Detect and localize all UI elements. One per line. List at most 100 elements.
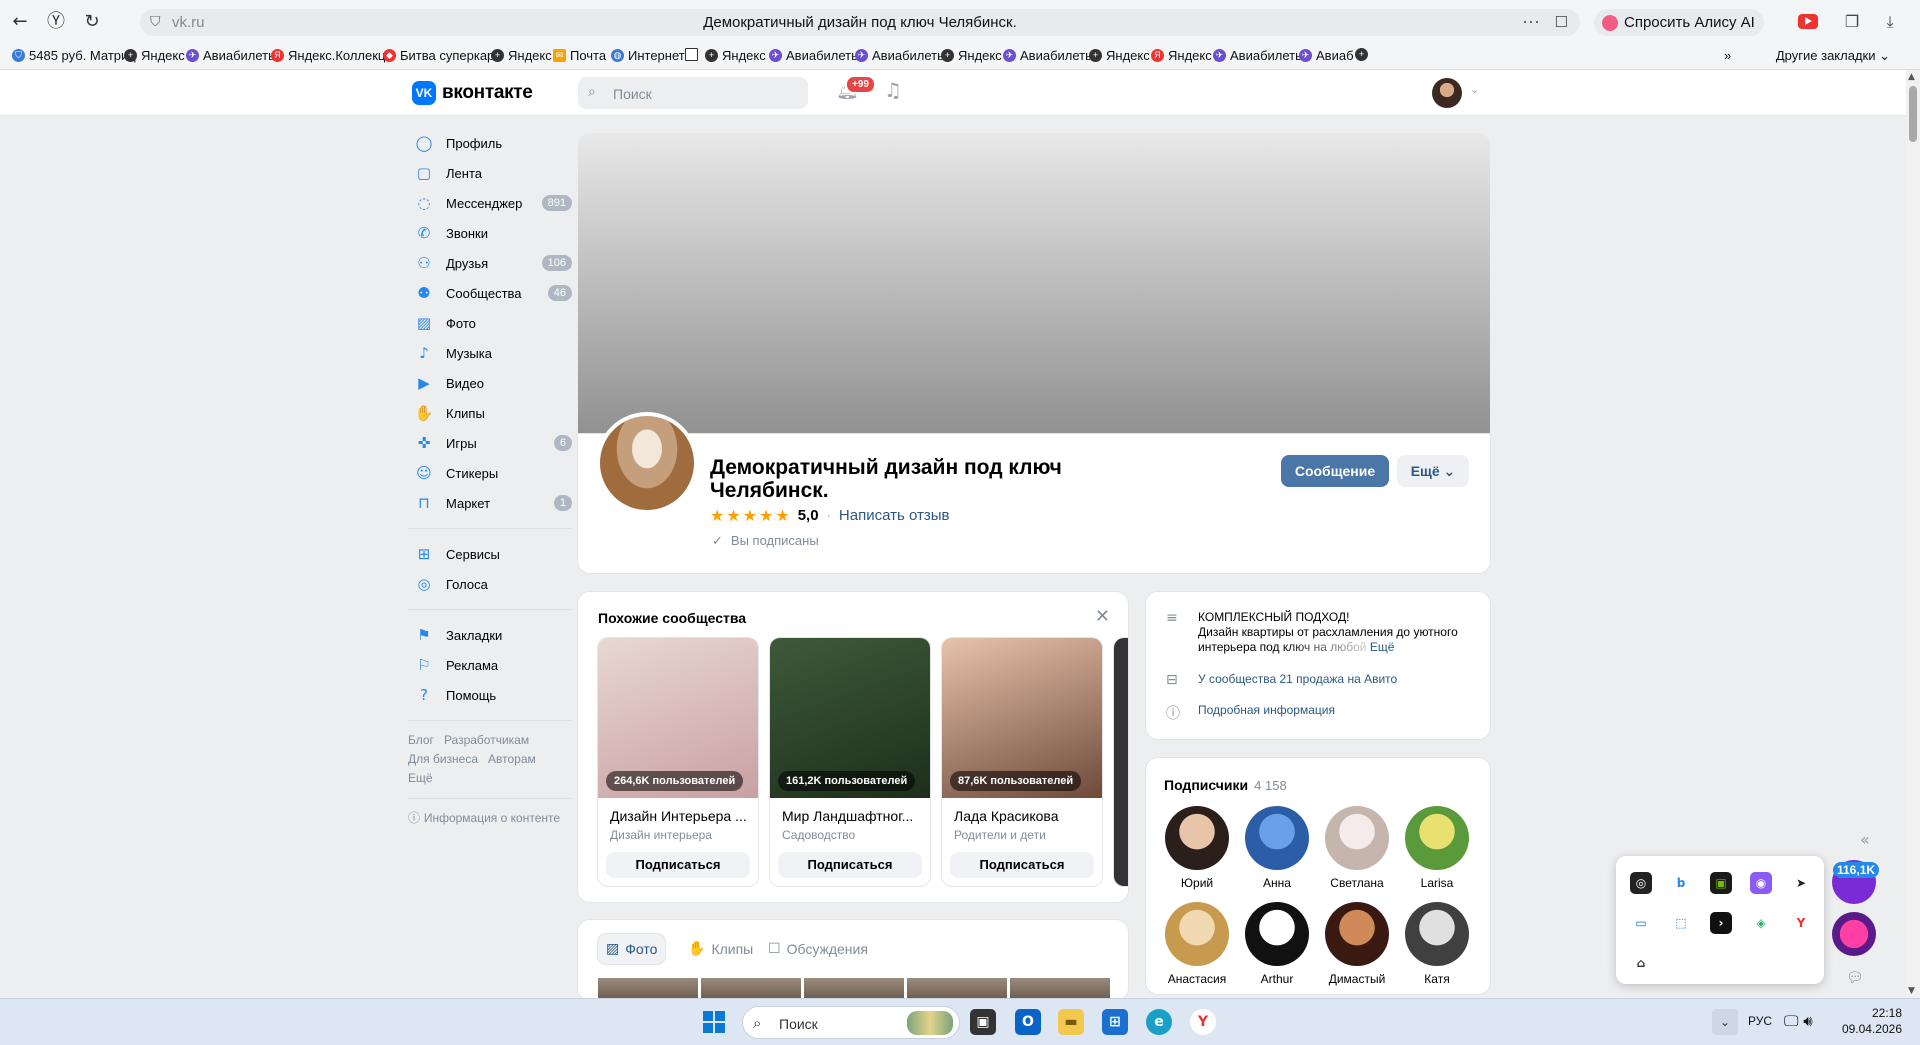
nvidia-icon[interactable]: ▣ [1710, 872, 1732, 894]
subscriber-name[interactable]: Arthur [1242, 972, 1312, 986]
similar-community-card[interactable]: 87,6K пользователей Лада Красикова Родител… [942, 638, 1102, 886]
chevron-down-icon[interactable]: ⌄ [1470, 83, 1479, 96]
network-volume-icons[interactable]: 🖵︎ 🔊︎ [1784, 1012, 1813, 1030]
sidebar-item-groups[interactable]: ⚉ Сообщества 46 [408, 278, 572, 308]
sidebar-item-bookmark[interactable]: ⚑ Закладки [408, 620, 572, 650]
content-info-link[interactable]: ⓘ Информация о контенте [408, 809, 572, 826]
vpn-icon[interactable]: ◈ [1750, 912, 1772, 934]
footer-link[interactable]: Блог [408, 733, 434, 747]
snip-icon[interactable]: ⬚ [1670, 912, 1692, 934]
taskbar-search[interactable]: ⌕ Поиск [742, 1006, 960, 1039]
details-link[interactable]: Подробная информация [1198, 703, 1335, 723]
sidebar-item-services[interactable]: ⊞ Сервисы [408, 539, 572, 569]
description-more-link[interactable]: Ещё [1370, 640, 1395, 654]
desktop-icon[interactable]: ▭ [1630, 912, 1652, 934]
bookmark-item[interactable]: ✈ Авиабилеты [855, 48, 946, 63]
sidebar-item-market[interactable]: ⊓ Маркет 1 [408, 488, 572, 518]
avatar[interactable] [1245, 902, 1309, 966]
sidebar-item-music[interactable]: ♪ Музыка [408, 338, 572, 368]
bookmark-item[interactable]: ✈ Авиабилеты [186, 48, 277, 63]
back-icon[interactable]: ← [8, 10, 32, 34]
subscriber-item[interactable]: Анна [1242, 806, 1312, 890]
bookmark-item[interactable]: + Яндекс [124, 48, 185, 63]
more-bookmarks-icon[interactable]: » [1724, 48, 1731, 63]
write-review-link[interactable]: Написать отзыв [839, 507, 950, 524]
similar-community-name[interactable]: Дизайн Интерьера ... [610, 808, 750, 824]
bookmark-item[interactable]: Я Яндекс [1151, 48, 1212, 63]
tab-clips[interactable]: ✋ Клипы [680, 934, 761, 964]
tray-chevron-icon[interactable]: ⌄ [1712, 1009, 1738, 1035]
more-button[interactable]: Ещё ⌄ [1397, 455, 1469, 487]
collapse-panel-icon[interactable]: « [1860, 830, 1870, 849]
subscriber-name[interactable]: Анна [1242, 876, 1312, 890]
scroll-up-icon[interactable]: ▲ [1908, 72, 1915, 82]
task-view-icon[interactable]: ▣ [970, 1009, 996, 1035]
community-avatar[interactable] [596, 412, 698, 514]
avatar[interactable] [1405, 902, 1469, 966]
windows-start-icon[interactable] [703, 1011, 725, 1033]
bookmark-item[interactable]: ⛉ 5485 руб. Матриц [12, 48, 136, 63]
footer-link[interactable]: Разработчикам [444, 733, 529, 747]
sidebar-item-phone[interactable]: ✆ Звонки [408, 218, 572, 248]
subscribe-button[interactable]: Подписаться [950, 852, 1094, 878]
similar-community-card-peek[interactable] [1114, 638, 1128, 886]
subscriber-name[interactable]: Светлана [1322, 876, 1392, 890]
other-bookmarks[interactable]: Другие закладки ⌄ [1776, 48, 1890, 64]
sidebar-item-votes[interactable]: ◎ Голоса [408, 569, 572, 599]
sidebar-item-help[interactable]: ? Помощь [408, 680, 572, 710]
clock[interactable]: 22:18 09.04.2026 [1838, 1005, 1902, 1037]
subscriber-item[interactable]: Larisa [1402, 806, 1472, 890]
store-icon[interactable]: ⊞ [1102, 1009, 1128, 1035]
photo-thumb[interactable] [701, 978, 801, 1000]
subscriber-item[interactable]: Юрий [1162, 806, 1232, 890]
edge-icon[interactable]: e [1146, 1009, 1172, 1035]
collections-icon[interactable]: ❐ [1842, 12, 1862, 32]
downloads-icon[interactable]: ⤓ [1880, 12, 1900, 32]
bookmark-item[interactable]: ✈ Авиабилеты [1003, 48, 1094, 63]
bookmark-item[interactable]: + [1355, 48, 1368, 61]
telegram-icon[interactable]: ➤ [1790, 872, 1812, 894]
avatar[interactable] [1325, 806, 1389, 870]
sidebar-item-clips[interactable]: ✋ Клипы [408, 398, 572, 428]
bing-icon[interactable]: b [1670, 872, 1692, 894]
terminal-icon[interactable]: › [1710, 912, 1732, 934]
bookmark-item[interactable]: ✈ Авиабилеты [769, 48, 860, 63]
sidebar-item-photo[interactable]: ▨ Фото [408, 308, 572, 338]
avatar[interactable] [1165, 902, 1229, 966]
subscriber-item[interactable]: Димастый [1322, 902, 1392, 986]
sidebar-item-feed[interactable]: ▢ Лента [408, 158, 572, 188]
avito-link[interactable]: У сообщества 21 продажа на Авито [1198, 672, 1397, 688]
sidebar-item-ads[interactable]: ⚐ Реклама [408, 650, 572, 680]
sidebar-item-chat[interactable]: ◌ Мессенджер 891 [408, 188, 572, 218]
photo-thumb[interactable] [907, 978, 1007, 1000]
address-bar[interactable]: ⛉ vk.ru Демократичный дизайн под ключ Че… [140, 9, 1580, 36]
scroll-down-icon[interactable]: ▼ [1908, 986, 1915, 996]
bookmark-item[interactable]: Я Яндекс.Коллекци [271, 48, 393, 63]
avatar[interactable] [1405, 806, 1469, 870]
bookmark-item[interactable]: ◍ Интернет [611, 48, 685, 63]
message-button[interactable]: Сообщение [1281, 455, 1389, 487]
subscriber-name[interactable]: Larisa [1402, 876, 1472, 890]
bookmark-item[interactable]: + Яндекс [941, 48, 1002, 63]
avito-row[interactable]: ⊟ У сообщества 21 продажа на Авито [1166, 672, 1397, 688]
similar-community-card[interactable]: 264,6K пользователей Дизайн Интерьера ...… [598, 638, 758, 886]
sidebar-item-sticker[interactable]: ☺ Стикеры [408, 458, 572, 488]
scroll-thumb[interactable] [1909, 86, 1917, 142]
subscriber-name[interactable]: Димастый [1322, 972, 1392, 986]
stream-bubble[interactable] [1832, 912, 1876, 956]
bookmark-item[interactable]: + Яндекс [705, 48, 766, 63]
sidebar-item-games[interactable]: ✜ Игры 6 [408, 428, 572, 458]
footer-link[interactable]: Ещё [408, 771, 433, 785]
similar-community-name[interactable]: Мир Ландшафтног... [782, 808, 922, 824]
close-icon[interactable]: ✕ [1095, 606, 1110, 627]
page-scrollbar[interactable]: ▲ ▼ [1906, 70, 1920, 998]
instagram-icon[interactable]: ◉ [1750, 872, 1772, 894]
alice-button[interactable]: Спросить Алису AI [1594, 9, 1764, 36]
tab-discussion[interactable]: ☐ Обсуждения [760, 934, 876, 964]
more-dots-icon[interactable]: ··· [1522, 11, 1540, 32]
bookmark-item[interactable] [685, 48, 698, 61]
subscribe-button[interactable]: Подписаться [778, 852, 922, 878]
bookmark-page-icon[interactable]: ☐ [1555, 13, 1568, 31]
photo-thumb[interactable] [804, 978, 904, 1000]
input-language[interactable]: РУС [1748, 1014, 1772, 1028]
